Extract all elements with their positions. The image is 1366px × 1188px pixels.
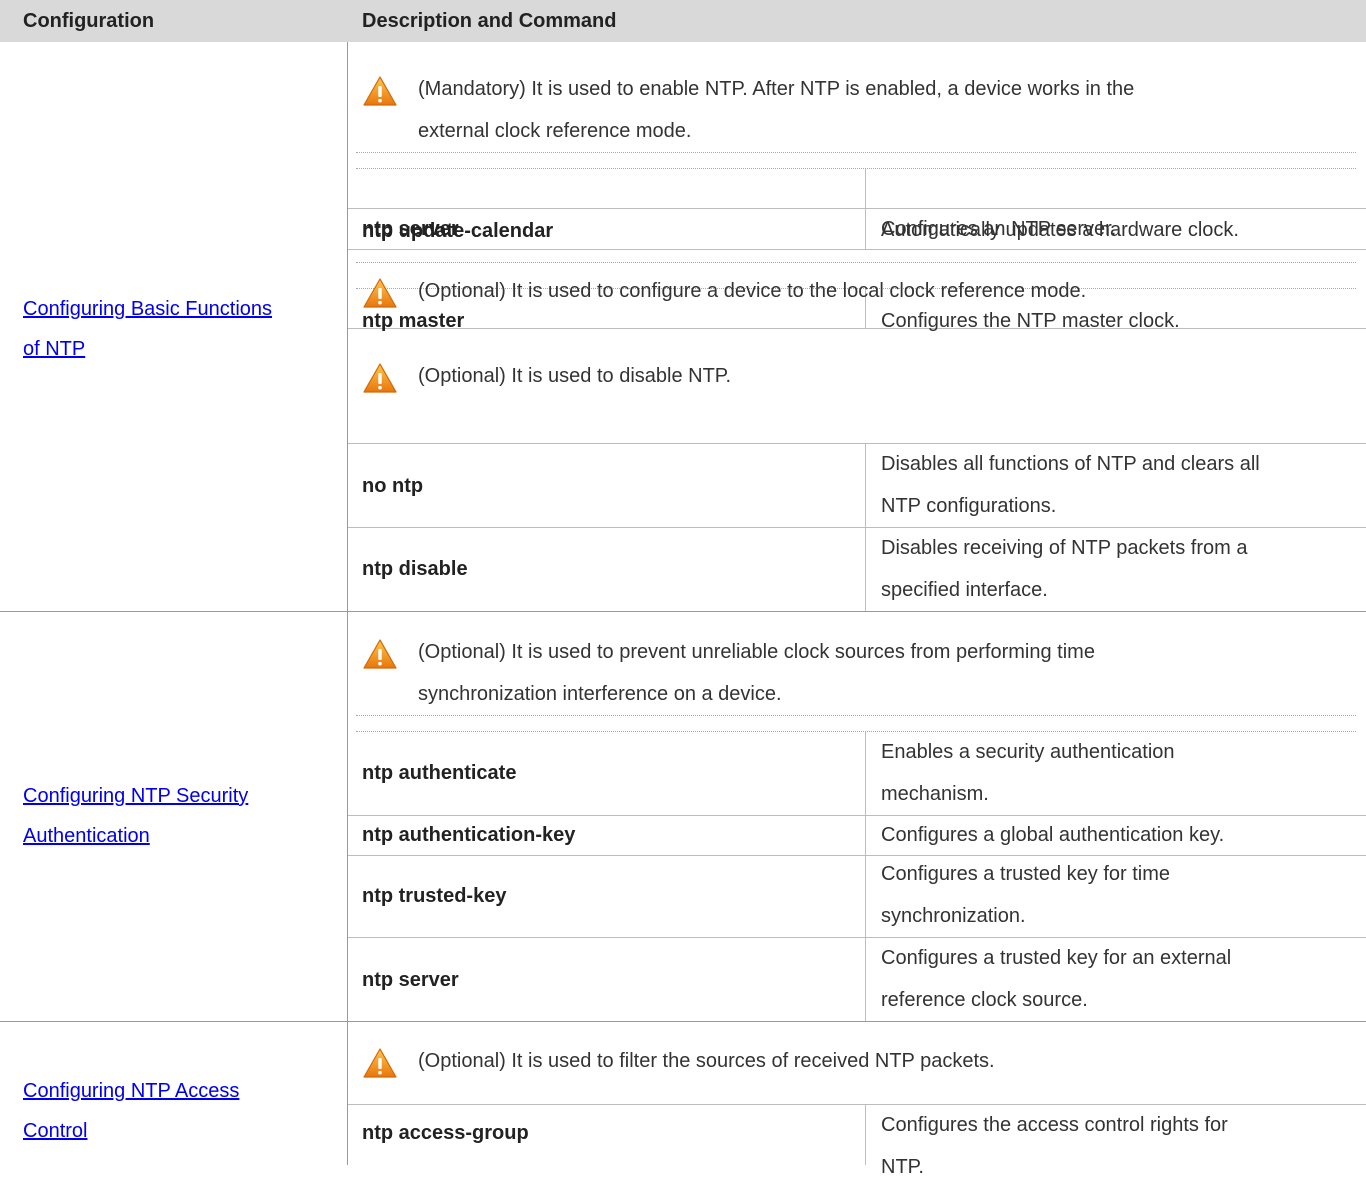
note-divider <box>356 731 1356 732</box>
table-header: Configuration Description and Command <box>0 0 1366 42</box>
row-separator <box>348 328 1366 329</box>
header-configuration: Configuration <box>23 10 155 32</box>
note-divider <box>356 168 1356 169</box>
column-divider <box>347 42 348 1165</box>
note-divider <box>356 715 1356 716</box>
command-ntp-authentication-key: ntp authentication-key <box>362 824 576 846</box>
command-ntp-disable: ntp disable <box>362 558 468 580</box>
warning-icon <box>362 75 398 107</box>
command-ntp-master: ntp master <box>362 310 465 332</box>
description-ntp-access-group: Configures the access control rights for… <box>881 1114 1228 1178</box>
description-ntp-disable: Disables receiving of NTP packets from a… <box>881 537 1248 601</box>
command-ntp-trusted-key: ntp trusted-key <box>362 885 507 907</box>
column-divider <box>865 444 866 612</box>
command-ntp-update-calendar: ntp update-calendar <box>362 220 554 242</box>
note-mandatory-enable-ntp: (Mandatory) It is used to enable NTP. Af… <box>418 78 1135 142</box>
column-divider <box>865 168 866 250</box>
note-divider <box>356 152 1356 153</box>
configuring-ntp-security-authentication-link[interactable]: Configuring NTP Security Authentication <box>23 776 248 856</box>
description-ntp-server-key: Configures a trusted key for an external… <box>881 947 1232 1011</box>
description-ntp-trusted-key: Configures a trusted key for time synchr… <box>881 863 1171 927</box>
group-separator <box>0 1021 1366 1022</box>
description-ntp-update-calendar: Automatically updates a hardware clock. <box>881 219 1239 241</box>
description-no-ntp: Disables all functions of NTP and clears… <box>881 453 1260 517</box>
command-ntp-authenticate: ntp authenticate <box>362 762 517 784</box>
description-ntp-authentication-key: Configures a global authentication key. <box>881 824 1225 846</box>
note-divider <box>356 262 1356 263</box>
command-no-ntp: no ntp <box>362 475 424 497</box>
note-filter-sources: (Optional) It is used to filter the sour… <box>418 1050 995 1072</box>
column-divider <box>865 1104 866 1165</box>
warning-icon <box>362 638 398 670</box>
header-description-and-command: Description and Command <box>362 10 617 32</box>
description-ntp-authenticate: Enables a security authentication mechan… <box>881 741 1175 805</box>
note-prevent-unreliable-sources: (Optional) It is used to prevent unrelia… <box>418 641 1095 705</box>
description-ntp-master: Configures the NTP master clock. <box>881 310 1180 332</box>
command-ntp-server-key: ntp server <box>362 969 459 991</box>
column-divider <box>865 731 866 1021</box>
warning-icon <box>362 277 398 309</box>
warning-icon <box>362 362 398 394</box>
note-disable-ntp: (Optional) It is used to disable NTP. <box>418 365 732 387</box>
group-separator <box>0 611 1366 612</box>
configuring-basic-functions-link[interactable]: Configuring Basic Functions of NTP <box>23 289 272 369</box>
command-ntp-access-group: ntp access-group <box>362 1122 529 1144</box>
warning-icon <box>362 1047 398 1079</box>
configuring-ntp-access-control-link[interactable]: Configuring NTP Access Control <box>23 1071 239 1151</box>
